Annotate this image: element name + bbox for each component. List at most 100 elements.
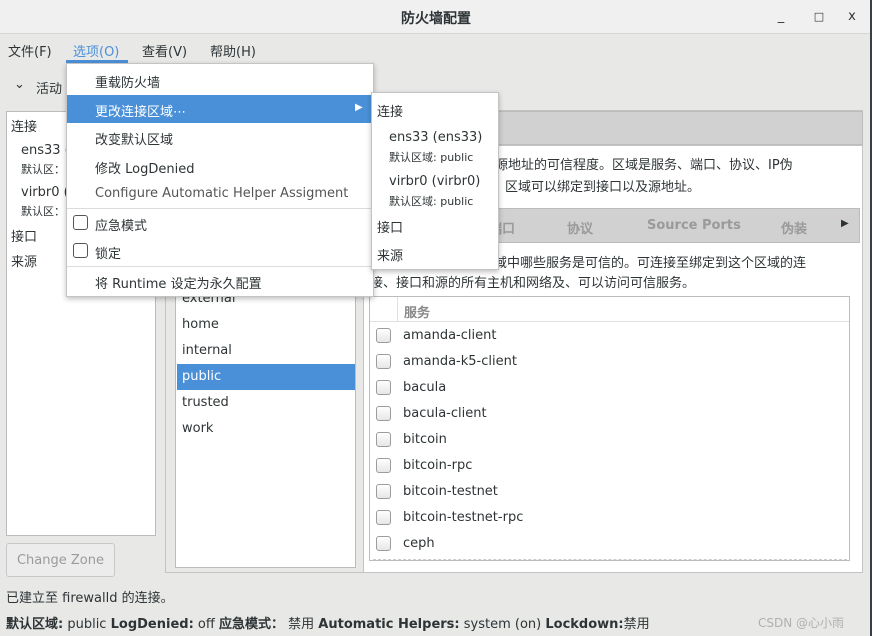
service-checkbox[interactable] xyxy=(376,510,391,525)
menu-item-configure-helper[interactable]: Configure Automatic Helper Assigment xyxy=(67,180,373,208)
logdenied-value: off xyxy=(197,617,215,632)
service-checkbox[interactable] xyxy=(376,380,391,395)
connection-zone: 默认区： xyxy=(21,205,65,218)
zone-item[interactable]: work xyxy=(177,416,355,442)
zone-description-line2: 。区域可以绑定到接口以及源地址。 xyxy=(492,180,701,195)
tab-protocols[interactable]: 协议 xyxy=(567,218,593,237)
logdenied-label: LogDenied: xyxy=(110,617,194,632)
services-description-line1: 域中哪些服务是可信的。可连接至绑定到这个区域的连 xyxy=(494,256,807,271)
menu-item-runtime-to-permanent[interactable]: 将 Runtime 设定为永久配置 xyxy=(67,267,373,295)
service-checkbox[interactable] xyxy=(376,432,391,447)
service-name: bacula-client xyxy=(403,406,487,421)
service-name: amanda-k5-client xyxy=(403,354,517,369)
submenu-connection-zone: 默认区域: public xyxy=(389,151,474,164)
status-summary: 默认区域: public LogDenied: off 应急模式： 禁用 Aut… xyxy=(6,613,650,632)
service-row[interactable]: ceph xyxy=(376,531,846,557)
menu-item-change-connection-zone[interactable]: 更改连接区域⋯ ▶ xyxy=(67,95,373,123)
zone-description-line1: 源地址的可信程度。区域是服务、端口、协议、IP伪 xyxy=(495,158,793,173)
service-name: amanda-client xyxy=(403,328,497,343)
connection-zone: 默认区： xyxy=(21,163,65,176)
interfaces-header: 接口 xyxy=(11,230,38,245)
menu-options[interactable]: 选项(O) xyxy=(73,41,119,60)
helpers-label: Automatic Helpers: xyxy=(318,617,460,632)
menu-item-label: 应急模式 xyxy=(95,219,148,234)
service-name: ceph xyxy=(403,536,435,551)
menu-item-change-default-zone[interactable]: 改变默认区域 xyxy=(67,123,373,151)
connection-ens33[interactable]: ens33 ( xyxy=(21,143,70,158)
watermark: CSDN @心小雨 xyxy=(758,616,845,630)
zone-list[interactable]: external home internal public trusted wo… xyxy=(175,270,356,568)
services-table-header: 服务 xyxy=(370,297,849,322)
close-button[interactable]: x xyxy=(845,9,859,24)
title-bar: 防火墙配置 _ □ x xyxy=(0,0,872,34)
services-description-line2: 接、接口和源的所有主机和网络及、可以访问可信服务。 xyxy=(370,276,696,291)
default-zone-label: 默认区域: xyxy=(6,617,64,632)
window-title: 防火墙配置 xyxy=(401,11,471,27)
chevron-down-icon[interactable]: ⌄ xyxy=(14,77,25,92)
submenu-sources-header: 来源 xyxy=(377,249,404,264)
service-checkbox[interactable] xyxy=(376,484,391,499)
services-table: 服务 amanda-client amanda-k5-client bacula ba… xyxy=(369,296,850,561)
service-row[interactable]: bitcoin xyxy=(376,427,846,453)
menu-item-panic-mode[interactable]: 应急模式 xyxy=(67,209,373,237)
service-row[interactable]: bacula xyxy=(376,375,846,401)
tab-masquerade[interactable]: 伪装 xyxy=(781,218,807,237)
change-zone-submenu: 连接 ens33 (ens33) 默认区域: public virbr0 (vi… xyxy=(371,92,499,270)
menu-view[interactable]: 查看(V) xyxy=(142,41,187,60)
zone-item[interactable]: home xyxy=(177,312,355,338)
helpers-value: system (on) xyxy=(463,617,542,632)
submenu-connection-virbr0[interactable]: virbr0 (virbr0) xyxy=(389,174,480,189)
submenu-connection-zone: 默认区域: public xyxy=(389,195,474,208)
menu-item-modify-logdenied[interactable]: 修改 LogDenied xyxy=(67,152,373,180)
submenu-connection-ens33[interactable]: ens33 (ens33) xyxy=(389,130,482,145)
options-menu: 重载防火墙 更改连接区域⋯ ▶ 改变默认区域 修改 LogDenied Confi… xyxy=(66,63,374,297)
service-row[interactable]: bacula-client xyxy=(376,401,846,427)
service-checkbox[interactable] xyxy=(376,536,391,551)
service-row[interactable]: amanda-client xyxy=(376,323,846,349)
zone-item[interactable]: trusted xyxy=(177,390,355,416)
active-bindings-label: 活动 xyxy=(36,82,63,97)
menu-item-lockdown[interactable]: 锁定 xyxy=(67,237,373,265)
lockdown-label: Lockdown: xyxy=(545,617,624,632)
submenu-arrow-icon: ▶ xyxy=(355,102,363,113)
connection-virbr0[interactable]: virbr0 ( xyxy=(21,185,69,200)
service-name: bitcoin xyxy=(403,432,447,447)
panic-label: 应急模式： xyxy=(218,617,284,632)
status-message: 已建立至 firewalld 的连接。 xyxy=(6,591,174,606)
checkbox[interactable] xyxy=(73,215,88,230)
service-row[interactable]: bitcoin-testnet xyxy=(376,479,846,505)
lockdown-value: 禁用 xyxy=(623,617,650,632)
service-row[interactable]: bitcoin-rpc xyxy=(376,453,846,479)
service-checkbox[interactable] xyxy=(376,328,391,343)
service-name: bacula xyxy=(403,380,447,395)
menu-item-label: 更改连接区域⋯ xyxy=(95,105,187,120)
zone-item-selected[interactable]: public xyxy=(177,364,355,390)
sources-header: 来源 xyxy=(11,255,38,270)
checkbox[interactable] xyxy=(73,243,88,258)
services-column-header[interactable]: 服务 xyxy=(404,302,430,321)
connections-header: 连接 xyxy=(11,120,38,135)
change-zone-button[interactable]: Change Zone xyxy=(6,543,115,577)
maximize-button[interactable]: □ xyxy=(812,10,826,23)
menu-item-reload[interactable]: 重载防火墙 xyxy=(67,66,373,94)
submenu-connections-header: 连接 xyxy=(377,105,404,120)
default-zone-value: public xyxy=(67,617,107,632)
service-checkbox[interactable] xyxy=(376,354,391,369)
service-name: bitcoin-testnet xyxy=(403,484,498,499)
menu-bar: 文件(F) 选项(O) 查看(V) 帮助(H) xyxy=(0,35,872,63)
service-name: bitcoin-testnet-rpc xyxy=(403,510,524,525)
service-row[interactable]: bitcoin-testnet-rpc xyxy=(376,505,846,531)
menu-item-label: 锁定 xyxy=(95,247,122,262)
service-checkbox[interactable] xyxy=(376,458,391,473)
panic-value: 禁用 xyxy=(288,617,315,632)
tab-scroll-right-icon[interactable]: ▶ xyxy=(841,218,849,229)
menu-help[interactable]: 帮助(H) xyxy=(210,41,256,60)
submenu-interfaces-header: 接口 xyxy=(377,221,404,236)
service-name: bitcoin-rpc xyxy=(403,458,473,473)
service-row[interactable]: amanda-k5-client xyxy=(376,349,846,375)
tab-source-ports[interactable]: Source Ports xyxy=(647,218,741,233)
menu-file[interactable]: 文件(F) xyxy=(8,41,52,60)
zone-item[interactable]: internal xyxy=(177,338,355,364)
service-checkbox[interactable] xyxy=(376,406,391,421)
minimize-button[interactable]: _ xyxy=(774,9,788,24)
